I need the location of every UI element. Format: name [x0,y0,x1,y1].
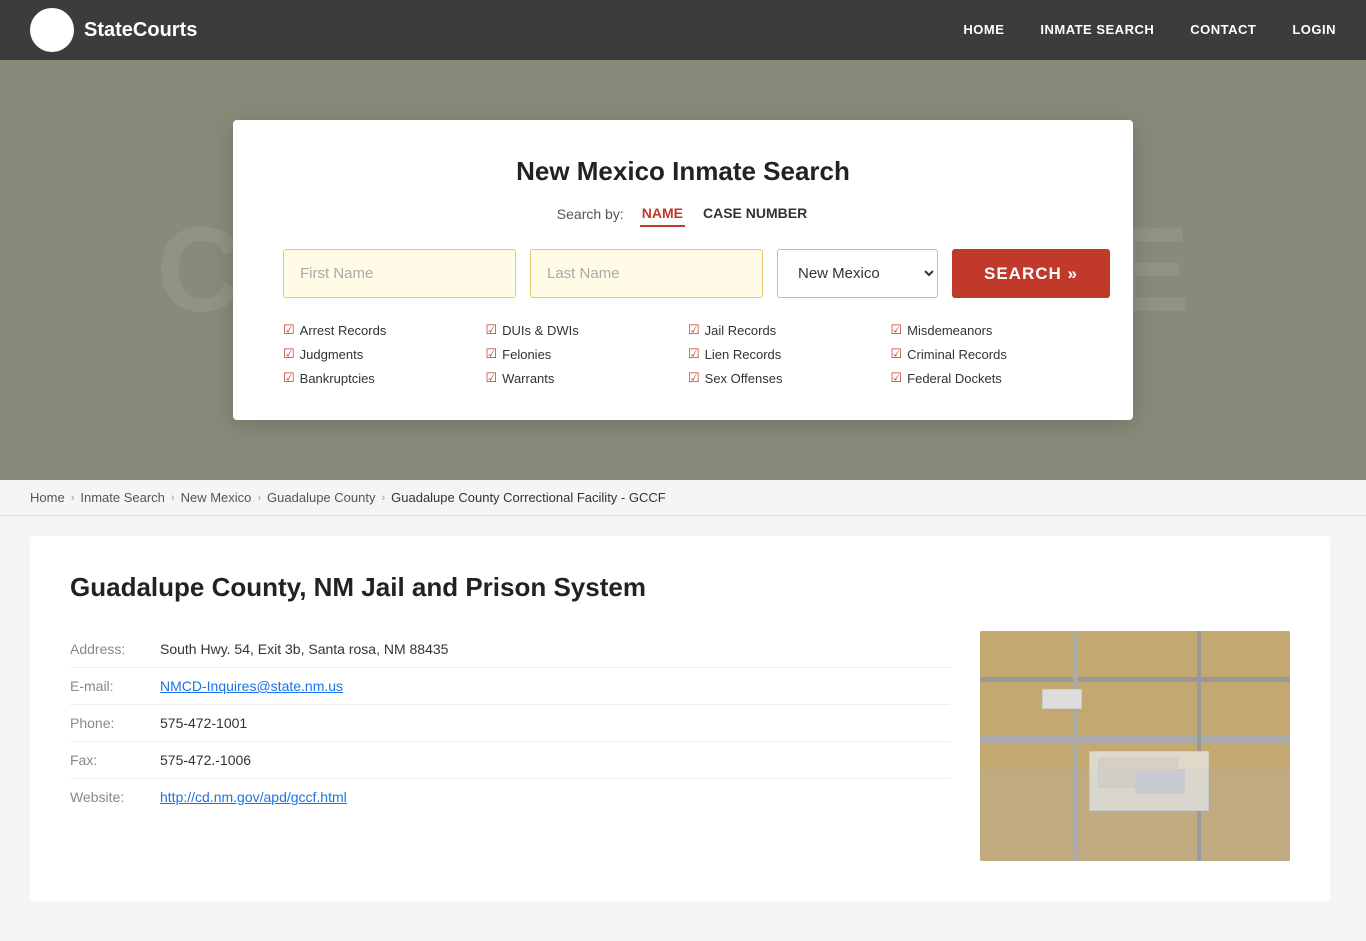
address-label: Address: [70,631,150,668]
record-type-label: Judgments [300,347,364,362]
check-icon: ☑ [891,346,903,362]
aerial-photo-sim [980,631,1290,861]
logo-text: StateCourts [84,19,197,42]
record-type-label: Federal Dockets [907,371,1002,386]
breadcrumb-link[interactable]: Home [30,490,65,505]
content-card: Guadalupe County, NM Jail and Prison Sys… [30,536,1330,901]
breadcrumb-separator: › [257,492,261,504]
phone-row: Phone: 575-472-1001 [70,705,950,742]
website-link[interactable]: http://cd.nm.gov/apd/gccf.html [160,789,347,805]
search-card: New Mexico Inmate Search Search by: NAME… [233,120,1133,420]
email-row: E-mail: NMCD-Inquires@state.nm.us [70,668,950,705]
address-row: Address: South Hwy. 54, Exit 3b, Santa r… [70,631,950,668]
record-type-item: ☑ Felonies [486,344,679,364]
check-icon: ☑ [283,322,295,338]
check-icon: ☑ [891,370,903,386]
first-name-input[interactable] [283,249,516,298]
record-type-label: Jail Records [705,323,777,338]
record-type-item: ☑ Judgments [283,344,476,364]
email-value: NMCD-Inquires@state.nm.us [150,668,950,705]
record-type-label: DUIs & DWIs [502,323,579,338]
tab-case-number[interactable]: CASE NUMBER [701,201,809,227]
hero-section: COURTHOUSE New Mexico Inmate Search Sear… [0,60,1366,480]
breadcrumb: Home › Inmate Search › New Mexico › Guadalupe … [0,480,1366,516]
email-link[interactable]: NMCD-Inquires@state.nm.us [160,678,343,694]
check-icon: ☑ [283,370,295,386]
record-types: ☑ Arrest Records ☑ DUIs & DWIs ☑ Jail Records… [283,320,1083,388]
search-button[interactable]: SEARCH » [952,249,1110,298]
logo-icon: 🏛 [30,8,74,52]
record-type-label: Sex Offenses [705,371,783,386]
main-content: Guadalupe County, NM Jail and Prison Sys… [0,516,1366,941]
facility-image [980,631,1290,861]
record-type-item: ☑ Warrants [486,368,679,388]
search-by-label: Search by: [557,206,624,222]
state-select[interactable]: AlabamaAlaskaArizonaArkansasCaliforniaCo… [777,249,938,298]
check-icon: ☑ [283,346,295,362]
record-type-label: Arrest Records [300,323,387,338]
phone-label: Phone: [70,705,150,742]
last-name-input[interactable] [530,249,763,298]
check-icon: ☑ [486,322,498,338]
check-icon: ☑ [486,346,498,362]
search-by-row: Search by: NAME CASE NUMBER [283,201,1083,227]
record-type-label: Felonies [502,347,551,362]
breadcrumb-separator: › [381,492,385,504]
nav-links: HOME INMATE SEARCH CONTACT LOGIN [963,21,1336,39]
navbar: 🏛 StateCourts HOME INMATE SEARCH CONTACT LO… [0,0,1366,60]
record-type-label: Criminal Records [907,347,1007,362]
breadcrumb-link[interactable]: New Mexico [181,490,252,505]
fax-value: 575-472.-1006 [150,742,950,779]
info-table: Address: South Hwy. 54, Exit 3b, Santa r… [70,631,950,815]
record-type-item: ☑ Criminal Records [891,344,1084,364]
website-row: Website: http://cd.nm.gov/apd/gccf.html [70,779,950,816]
breadcrumb-separator: › [171,492,175,504]
facility-title: Guadalupe County, NM Jail and Prison Sys… [70,572,1290,603]
record-type-label: Misdemeanors [907,323,992,338]
check-icon: ☑ [486,370,498,386]
search-fields: AlabamaAlaskaArizonaArkansasCaliforniaCo… [283,249,1083,298]
record-type-item: ☑ Arrest Records [283,320,476,340]
phone-value: 575-472-1001 [150,705,950,742]
nav-link-login[interactable]: LOGIN [1292,22,1336,37]
record-type-item: ☑ Misdemeanors [891,320,1084,340]
check-icon: ☑ [688,370,700,386]
content-layout: Address: South Hwy. 54, Exit 3b, Santa r… [70,631,1290,861]
check-icon: ☑ [688,346,700,362]
breadcrumb-link[interactable]: Inmate Search [80,490,165,505]
breadcrumb-link[interactable]: Guadalupe County [267,490,375,505]
logo-link[interactable]: 🏛 StateCourts [30,8,197,52]
record-type-item: ☑ Lien Records [688,344,881,364]
nav-link-inmate-search[interactable]: INMATE SEARCH [1040,22,1154,37]
website-label: Website: [70,779,150,816]
record-type-item: ☑ DUIs & DWIs [486,320,679,340]
email-label: E-mail: [70,668,150,705]
check-icon: ☑ [891,322,903,338]
check-icon: ☑ [688,322,700,338]
record-type-label: Bankruptcies [300,371,375,386]
record-type-item: ☑ Bankruptcies [283,368,476,388]
website-value: http://cd.nm.gov/apd/gccf.html [150,779,950,816]
record-type-item: ☑ Sex Offenses [688,368,881,388]
breadcrumb-separator: › [71,492,75,504]
tab-name[interactable]: NAME [640,201,685,227]
record-type-label: Warrants [502,371,554,386]
search-title: New Mexico Inmate Search [283,156,1083,187]
info-section: Address: South Hwy. 54, Exit 3b, Santa r… [70,631,950,815]
record-type-item: ☑ Federal Dockets [891,368,1084,388]
fax-row: Fax: 575-472.-1006 [70,742,950,779]
breadcrumb-current: Guadalupe County Correctional Facility -… [391,490,666,505]
nav-link-contact[interactable]: CONTACT [1190,22,1256,37]
fax-label: Fax: [70,742,150,779]
nav-link-home[interactable]: HOME [963,22,1004,37]
record-type-label: Lien Records [705,347,782,362]
address-value: South Hwy. 54, Exit 3b, Santa rosa, NM 8… [150,631,950,668]
record-type-item: ☑ Jail Records [688,320,881,340]
